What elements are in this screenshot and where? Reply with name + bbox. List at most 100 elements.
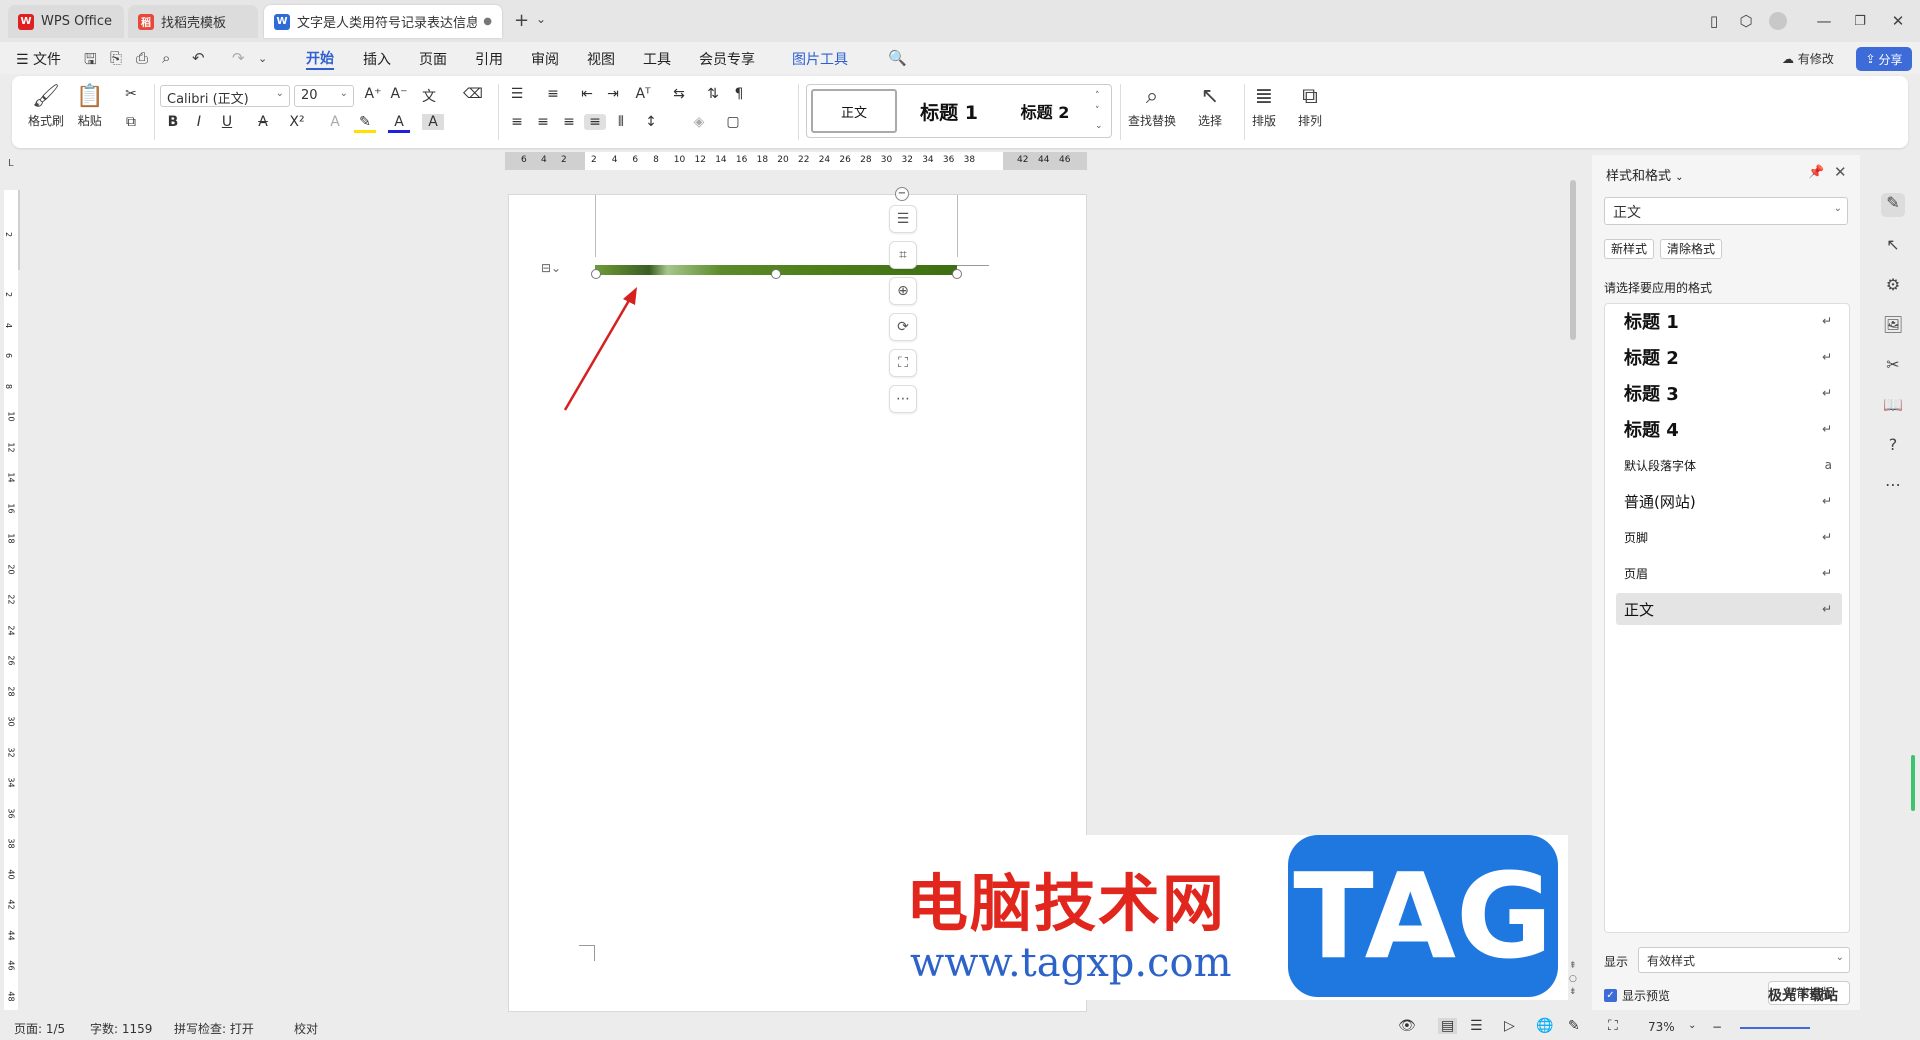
unsaved-dot-icon[interactable]: ●	[483, 16, 492, 27]
border-icon[interactable]: ▢	[722, 114, 744, 130]
web-view-icon[interactable]: 🌐	[1536, 1018, 1553, 1034]
search-icon[interactable]: 🔍	[888, 49, 907, 67]
print-icon[interactable]: ⎙	[136, 49, 148, 67]
copy-icon[interactable]: ⧉	[120, 114, 142, 130]
arrange-button[interactable]: ⧉ 排列	[1298, 82, 1322, 129]
phonetic-icon[interactable]: 文	[418, 86, 440, 106]
help-icon[interactable]: ?	[1881, 435, 1905, 459]
zoom-in-icon[interactable]: ⊕	[889, 277, 917, 305]
paste-button[interactable]: 📋 粘贴	[76, 82, 103, 129]
bullet-list-icon[interactable]: ☰	[506, 86, 528, 102]
pen-icon[interactable]: ✎	[1568, 1018, 1580, 1034]
cut-icon[interactable]: ✂	[120, 86, 142, 102]
style-heading-1[interactable]: 标题 1	[903, 89, 995, 133]
tab-review[interactable]: 审阅	[531, 48, 559, 70]
close-icon[interactable]: ✕	[1884, 8, 1912, 34]
wrap-text-icon[interactable]: ☰	[889, 205, 917, 233]
more-icon[interactable]: ⋯	[1881, 475, 1905, 499]
align-center-icon[interactable]: ≡	[532, 114, 554, 130]
char-shading-icon[interactable]: A	[422, 114, 444, 130]
distributed-icon[interactable]: ⫴	[610, 114, 632, 130]
layout-button[interactable]: ≣ 排版	[1252, 82, 1276, 129]
style-list-item[interactable]: 正文 ↵	[1616, 593, 1842, 625]
swap-icon[interactable]: ⇆	[668, 86, 690, 102]
export-pdf-icon[interactable]: ⎘	[110, 49, 122, 67]
zoom-slider[interactable]	[1740, 1027, 1810, 1029]
style-list-item[interactable]: 页眉 ↵	[1616, 557, 1842, 589]
show-preview-checkbox[interactable]: ✓ 显示预览	[1604, 987, 1670, 1004]
decrease-indent-icon[interactable]: ⇤	[576, 86, 598, 102]
strikethrough-icon[interactable]: A	[252, 114, 274, 130]
style-list-item[interactable]: 默认段落字体 a	[1616, 449, 1842, 481]
align-left-icon[interactable]: ≡	[506, 114, 528, 130]
shrink-font-icon[interactable]: A⁻	[388, 86, 410, 102]
file-menu[interactable]: ☰ 文件	[16, 48, 61, 70]
numbered-list-icon[interactable]: ≡	[542, 86, 564, 102]
eye-icon[interactable]: 👁	[1398, 1018, 1416, 1034]
page-count[interactable]: 页面: 1/5	[14, 1020, 65, 1037]
bold-icon[interactable]: B	[162, 114, 184, 130]
highlight-icon[interactable]: ✎	[354, 114, 376, 133]
outline-view-icon[interactable]: ☰	[1470, 1018, 1483, 1034]
tab-member[interactable]: 会员专享	[699, 48, 755, 70]
style-list-item[interactable]: 标题 2 ↵	[1616, 341, 1842, 373]
italic-icon[interactable]: I	[188, 114, 210, 130]
document-scrollbar[interactable]: ⇞ ○ ⇟	[1568, 160, 1578, 1010]
share-button[interactable]: ⇪ 分享	[1856, 47, 1912, 71]
crop-icon[interactable]: ⌗	[889, 241, 917, 269]
word-count[interactable]: 字数: 1159	[90, 1020, 152, 1037]
style-list-item[interactable]: 标题 3 ↵	[1616, 377, 1842, 409]
superscript-icon[interactable]: X²	[286, 114, 308, 130]
tab-page[interactable]: 页面	[419, 48, 447, 70]
style-heading-2[interactable]: 标题 2	[1001, 89, 1089, 133]
grow-font-icon[interactable]: A⁺	[362, 86, 384, 102]
tab-document[interactable]: W 文字是人类用符号记录表达信息以 ●	[264, 5, 502, 38]
show-filter-dropdown[interactable]: 有效样式 ⌄	[1638, 947, 1850, 973]
tab-view[interactable]: 视图	[587, 48, 615, 70]
text-effect-icon[interactable]: A	[324, 114, 346, 130]
show-marks-icon[interactable]: ¶	[728, 86, 750, 102]
text-direction-icon[interactable]: Aᵀ	[632, 86, 654, 102]
rotate-icon[interactable]: ⟳	[889, 313, 917, 341]
tab-tools[interactable]: 工具	[643, 48, 671, 70]
select-pane-icon[interactable]: ↖	[1881, 235, 1905, 259]
underline-icon[interactable]: U	[216, 114, 238, 130]
tab-list-chevron-icon[interactable]: ⌄	[536, 12, 546, 26]
collapse-toolbar-icon[interactable]: −	[895, 187, 909, 201]
spell-check[interactable]: 拼写检查: 打开	[174, 1020, 254, 1037]
tab-picture-tools[interactable]: 图片工具	[792, 48, 848, 70]
zoom-out-icon[interactable]: −	[1712, 1020, 1722, 1034]
line-spacing-icon[interactable]: ↕	[640, 114, 662, 130]
image-edit-icon[interactable]: 🖼	[1881, 315, 1905, 339]
extract-icon[interactable]: ⛶	[889, 349, 917, 377]
document-icon[interactable]: 📖	[1881, 395, 1905, 419]
layout-icon[interactable]: ▯	[1700, 8, 1728, 34]
restore-icon[interactable]: ❐	[1846, 8, 1874, 34]
cube-icon[interactable]: ⬡	[1732, 8, 1760, 34]
resize-handle[interactable]	[591, 269, 601, 279]
scrollbar-thumb[interactable]	[1570, 180, 1576, 340]
new-tab-button[interactable]: +	[514, 10, 529, 31]
zoom-level[interactable]: 73%	[1648, 1020, 1675, 1034]
resize-handle[interactable]	[952, 269, 962, 279]
style-list-item[interactable]: 普通(网站) ↵	[1616, 485, 1842, 517]
font-color-icon[interactable]: A	[388, 114, 410, 133]
print-preview-icon[interactable]: ⌕	[162, 49, 170, 67]
font-size-dropdown[interactable]: 20 ⌄	[294, 85, 354, 107]
more-icon[interactable]: ⋯	[889, 385, 917, 413]
tab-references[interactable]: 引用	[475, 48, 503, 70]
tab-insert[interactable]: 插入	[363, 48, 391, 70]
style-list-item[interactable]: 标题 4 ↵	[1616, 413, 1842, 445]
sort-icon[interactable]: ⇅	[702, 86, 724, 102]
shading-icon[interactable]: ◈	[688, 114, 710, 130]
align-right-icon[interactable]: ≡	[558, 114, 580, 130]
font-name-dropdown[interactable]: Calibri (正文) ⌄	[160, 85, 290, 107]
find-replace-button[interactable]: ⌕ 查找替换	[1128, 82, 1176, 129]
style-pen-icon[interactable]: ✎	[1881, 193, 1905, 217]
horizontal-ruler[interactable]: 6 4 2 2 4 6 8 10 12 14 16 18 20 22 24 26 28 30 32 34 36 38 42 4…	[505, 152, 1087, 170]
play-icon[interactable]: ▷	[1504, 1018, 1515, 1034]
style-list-item[interactable]: 标题 1 ↵	[1616, 305, 1842, 337]
tab-home[interactable]: 开始	[306, 48, 334, 70]
page-view-icon[interactable]: ▤	[1438, 1018, 1458, 1034]
resize-handle[interactable]	[771, 269, 781, 279]
